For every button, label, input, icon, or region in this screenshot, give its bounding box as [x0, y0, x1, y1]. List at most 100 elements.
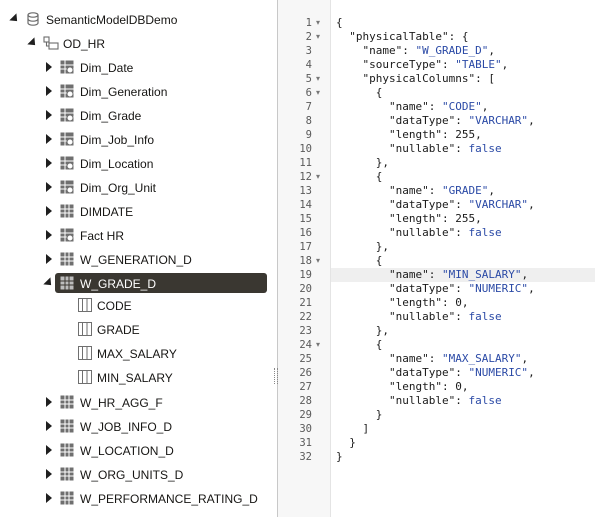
collapse-caret-icon[interactable] [43, 277, 55, 289]
line-number: 21 [299, 297, 312, 309]
expand-caret-icon[interactable] [46, 62, 52, 72]
tree-schema-label[interactable]: OD_HR [63, 37, 105, 51]
expand-caret-icon[interactable] [46, 110, 52, 120]
line-number: 24 [299, 339, 312, 351]
model-tree-panel: SemanticModelDBDemo OD_HR Dim_Date Dim_G… [0, 0, 277, 517]
line-number: 22 [299, 311, 312, 323]
line-number: 20 [299, 283, 312, 295]
fold-toggle-icon[interactable]: ▾ [316, 254, 320, 268]
fold-toggle-icon[interactable]: ▾ [316, 338, 320, 352]
table-label: Dim_Grade [80, 109, 142, 123]
line-number: 12 [299, 171, 312, 183]
expand-caret-icon[interactable] [46, 206, 52, 216]
table-label: Dim_Job_Info [80, 133, 155, 147]
code-line[interactable]: "dataType": "NUMERIC", [336, 282, 535, 296]
code-line[interactable]: "physicalColumns": [ [336, 72, 494, 86]
code-line[interactable]: { [336, 170, 383, 184]
collapse-caret-icon[interactable] [27, 37, 39, 49]
code-line[interactable]: "name": "MIN_SALARY", [336, 268, 528, 282]
line-number: 7 [305, 101, 312, 113]
code-line[interactable]: "name": "CODE", [336, 100, 488, 114]
code-line[interactable]: "dataType": "VARCHAR", [336, 198, 535, 212]
line-number: 15 [299, 213, 312, 225]
expand-caret-icon[interactable] [46, 469, 52, 479]
fold-toggle-icon[interactable]: ▾ [316, 72, 320, 86]
expand-caret-icon[interactable] [46, 86, 52, 96]
alias-table-icon [60, 60, 74, 74]
table-label: W_JOB_INFO_D [80, 420, 173, 434]
code-line[interactable]: }, [336, 324, 389, 338]
expand-caret-icon[interactable] [46, 445, 52, 455]
code-line[interactable]: "sourceType": "TABLE", [336, 58, 508, 72]
code-line[interactable]: } [336, 408, 383, 422]
table-label: Fact HR [80, 229, 125, 243]
column-label: GRADE [97, 323, 140, 337]
table-icon [60, 443, 74, 457]
code-line[interactable]: } [336, 436, 356, 450]
collapse-caret-icon[interactable] [9, 13, 21, 25]
table-label: W_GRADE_D [80, 277, 157, 291]
code-line[interactable]: "name": "GRADE", [336, 184, 495, 198]
database-icon [27, 12, 39, 26]
code-line[interactable]: "length": 255, [336, 212, 482, 226]
code-line[interactable]: "nullable": false [336, 310, 502, 324]
code-line[interactable]: "length": 255, [336, 128, 482, 142]
code-line[interactable]: "dataType": "VARCHAR", [336, 114, 535, 128]
alias-table-icon [60, 156, 74, 170]
code-line[interactable]: "name": "W_GRADE_D", [336, 44, 494, 58]
fold-toggle-icon[interactable]: ▾ [316, 16, 320, 30]
line-number: 11 [299, 157, 312, 169]
expand-caret-icon[interactable] [46, 182, 52, 192]
column-icon [78, 298, 92, 312]
table-label: DIMDATE [80, 205, 134, 219]
code-line[interactable]: "length": 0, [336, 296, 468, 310]
column-icon [78, 322, 92, 336]
code-line[interactable]: }, [336, 156, 389, 170]
code-line[interactable]: "nullable": false [336, 226, 502, 240]
table-label: W_GENERATION_D [80, 253, 192, 267]
line-number: 17 [299, 241, 312, 253]
alias-table-icon [60, 84, 74, 98]
line-number: 1 [305, 17, 312, 29]
code-line[interactable]: { [336, 16, 343, 30]
code-line[interactable]: "physicalTable": { [336, 30, 468, 44]
code-line[interactable]: { [336, 254, 383, 268]
line-number: 6 [305, 87, 312, 99]
code-line[interactable]: "name": "MAX_SALARY", [336, 352, 528, 366]
expand-caret-icon[interactable] [46, 397, 52, 407]
line-number: 28 [299, 395, 312, 407]
fold-toggle-icon[interactable]: ▾ [316, 86, 320, 100]
table-label: Dim_Org_Unit [80, 181, 157, 195]
column-icon [78, 346, 92, 360]
table-label: W_ORG_UNITS_D [80, 468, 184, 482]
expand-caret-icon[interactable] [46, 158, 52, 168]
expand-caret-icon[interactable] [46, 230, 52, 240]
alias-table-icon [60, 108, 74, 122]
code-line[interactable]: { [336, 338, 383, 352]
table-icon [60, 491, 74, 505]
fold-toggle-icon[interactable]: ▾ [316, 30, 320, 44]
code-line[interactable]: }, [336, 240, 389, 254]
expand-caret-icon[interactable] [46, 134, 52, 144]
expand-caret-icon[interactable] [46, 254, 52, 264]
code-line[interactable]: ] [336, 422, 369, 436]
expand-caret-icon[interactable] [46, 493, 52, 503]
table-icon [60, 276, 74, 290]
code-line[interactable]: "dataType": "NUMERIC", [336, 366, 535, 380]
line-number: 2 [305, 31, 312, 43]
table-label: W_LOCATION_D [80, 444, 174, 458]
table-label: Dim_Location [80, 157, 154, 171]
line-number: 19 [299, 269, 312, 281]
line-number: 18 [299, 255, 312, 267]
code-line[interactable]: { [336, 86, 383, 100]
fold-toggle-icon[interactable]: ▾ [316, 170, 320, 184]
alias-table-icon [60, 132, 74, 146]
table-icon [60, 252, 74, 266]
code-line[interactable]: } [336, 450, 343, 464]
table-label: Dim_Generation [80, 85, 168, 99]
code-line[interactable]: "nullable": false [336, 394, 502, 408]
tree-root-label[interactable]: SemanticModelDBDemo [46, 13, 177, 27]
code-line[interactable]: "length": 0, [336, 380, 468, 394]
expand-caret-icon[interactable] [46, 421, 52, 431]
code-line[interactable]: "nullable": false [336, 142, 502, 156]
